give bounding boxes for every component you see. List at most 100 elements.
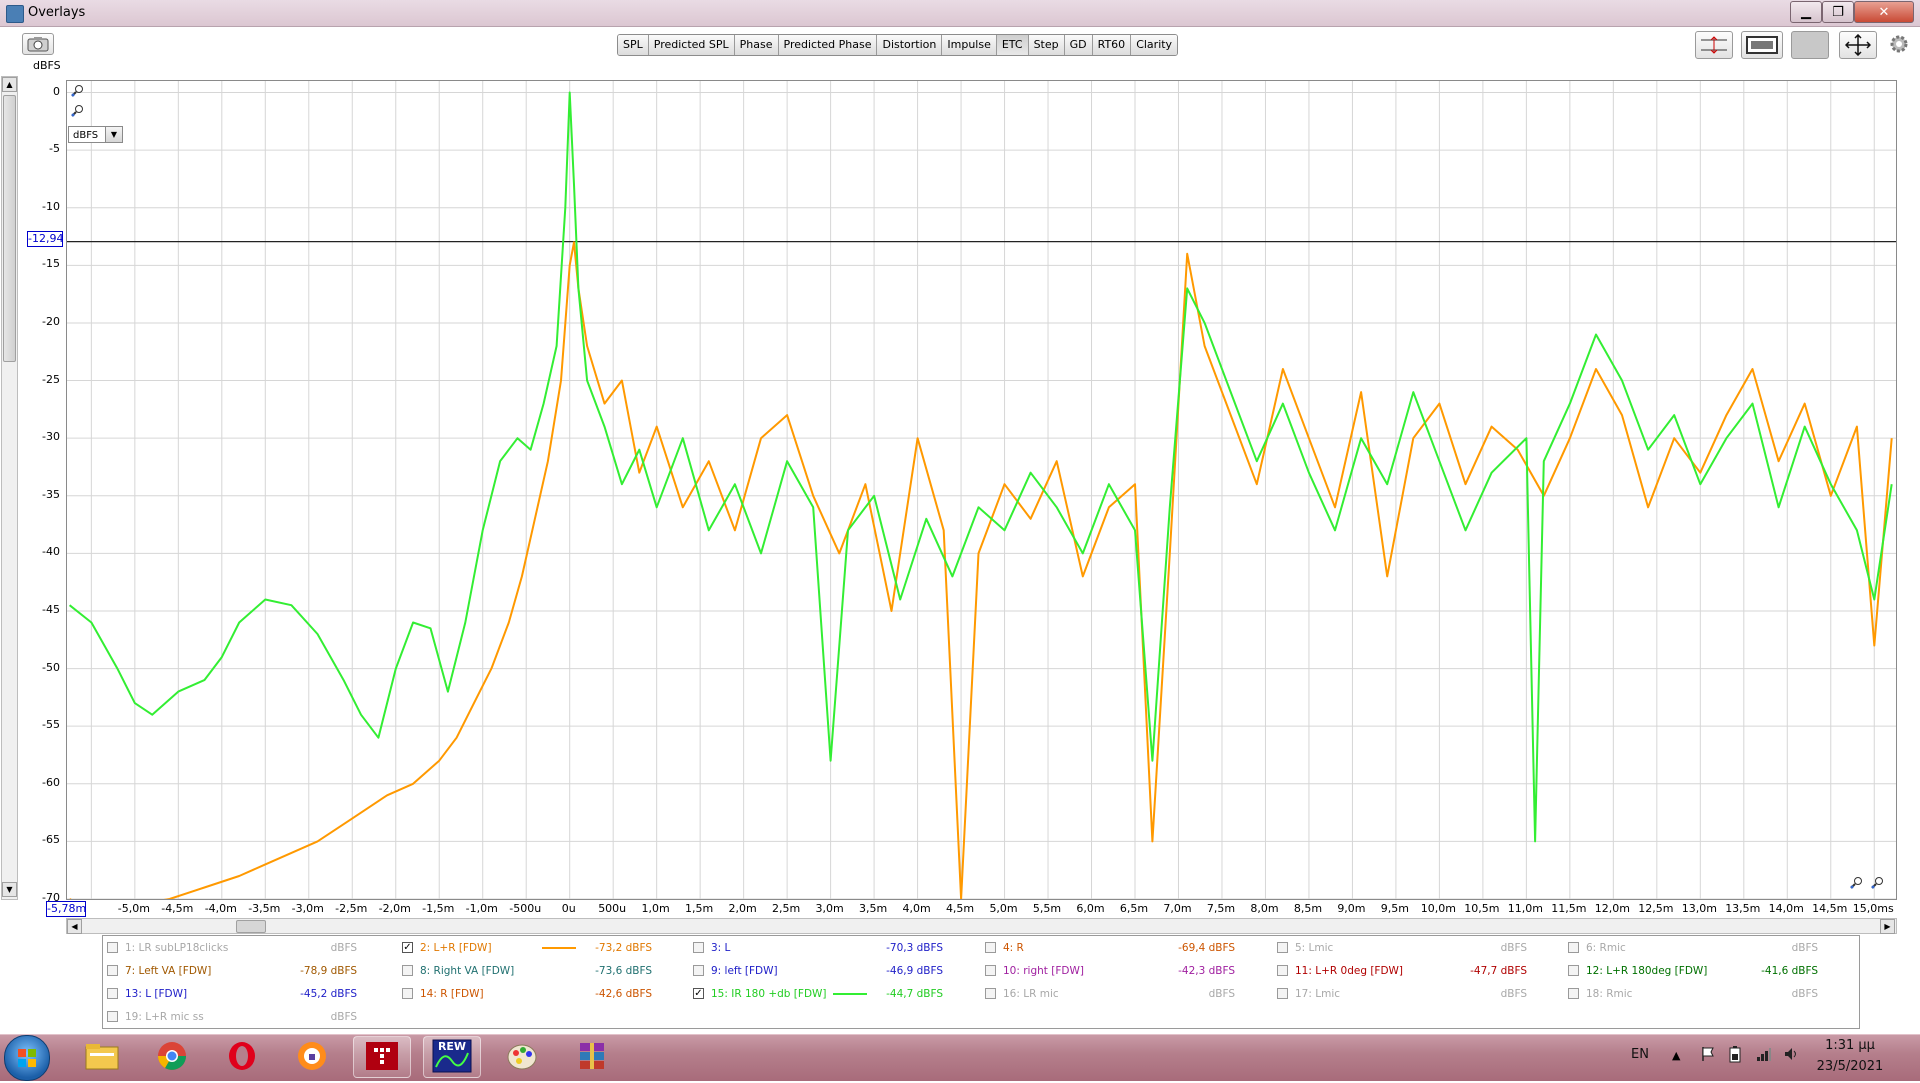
legend-checkbox[interactable] bbox=[1568, 965, 1579, 976]
clock-date[interactable]: 23/5/2021 bbox=[1810, 1059, 1890, 1074]
x-tick-label: 11,5m bbox=[1551, 902, 1587, 915]
tab-phase[interactable]: Phase bbox=[734, 35, 779, 55]
legend-value: -70,3 dBFS bbox=[886, 942, 943, 954]
y-tick-label: -15 bbox=[42, 257, 60, 271]
taskbar-paint-button[interactable] bbox=[493, 1036, 551, 1078]
clock-time[interactable]: 1:31 μμ bbox=[1810, 1038, 1890, 1053]
legend-label[interactable]: 5: Lmic bbox=[1295, 939, 1333, 957]
legend-checkbox[interactable] bbox=[107, 942, 118, 953]
legend-checkbox[interactable] bbox=[402, 988, 413, 999]
legend-checkbox[interactable] bbox=[1568, 988, 1579, 999]
legend-checkbox[interactable] bbox=[402, 965, 413, 976]
language-indicator[interactable]: EN bbox=[1631, 1047, 1649, 1062]
tray-expand-icon[interactable]: ▲ bbox=[1672, 1049, 1680, 1062]
legend-checkbox[interactable] bbox=[1568, 942, 1579, 953]
vertical-fit-icon[interactable] bbox=[1695, 31, 1733, 59]
speaker-icon[interactable] bbox=[1783, 1046, 1799, 1062]
tab-spl[interactable]: SPL bbox=[618, 35, 649, 55]
tab-gd[interactable]: GD bbox=[1064, 35, 1093, 55]
legend-checkbox[interactable] bbox=[107, 965, 118, 976]
signal-icon[interactable] bbox=[1756, 1046, 1772, 1062]
tab-etc[interactable]: ETC bbox=[996, 35, 1029, 55]
taskbar-chrome-button[interactable] bbox=[143, 1036, 201, 1078]
tab-clarity[interactable]: Clarity bbox=[1131, 35, 1178, 55]
legend-checkbox[interactable] bbox=[693, 942, 704, 953]
y-tick-label: -25 bbox=[42, 372, 60, 386]
zoom-in-x-icon[interactable] bbox=[1849, 876, 1863, 893]
legend-label[interactable]: 17: Lmic bbox=[1295, 985, 1340, 1003]
legend-label[interactable]: 4: R bbox=[1003, 939, 1024, 957]
horizontal-scrollbar[interactable] bbox=[66, 918, 1897, 934]
tab-impulse[interactable]: Impulse bbox=[942, 35, 997, 55]
camera-icon[interactable] bbox=[22, 33, 54, 55]
legend-checkbox[interactable] bbox=[985, 965, 996, 976]
legend-checkbox[interactable]: ✓ bbox=[402, 942, 413, 953]
tab-step[interactable]: Step bbox=[1028, 35, 1065, 55]
legend-label[interactable]: 12: L+R 180deg [FDW] bbox=[1586, 962, 1707, 980]
y-unit-select[interactable]: dBFS ▼ bbox=[68, 126, 123, 143]
graph-limits-icon[interactable] bbox=[1741, 31, 1783, 59]
tab-rt60[interactable]: RT60 bbox=[1092, 35, 1132, 55]
series-line-1 bbox=[69, 241, 1893, 899]
blank-view-icon[interactable] bbox=[1791, 31, 1829, 59]
legend-checkbox[interactable] bbox=[107, 1011, 118, 1022]
legend-label[interactable]: 18: Rmic bbox=[1586, 985, 1632, 1003]
start-button[interactable] bbox=[4, 1035, 50, 1081]
taskbar-winrar-button[interactable] bbox=[563, 1036, 621, 1078]
battery-icon[interactable] bbox=[1728, 1045, 1742, 1063]
zoom-out-y-icon[interactable] bbox=[70, 104, 84, 121]
flag-icon[interactable] bbox=[1700, 1046, 1716, 1062]
etc-plot[interactable] bbox=[66, 80, 1897, 900]
legend-label[interactable]: 3: L bbox=[711, 939, 730, 957]
taskbar-avast-browser-button[interactable] bbox=[283, 1036, 341, 1078]
scroll-down-icon[interactable]: ▼ bbox=[2, 882, 17, 897]
tab-predicted-spl[interactable]: Predicted SPL bbox=[648, 35, 735, 55]
horizontal-scroll-thumb[interactable] bbox=[236, 920, 266, 933]
close-button[interactable]: ✕ bbox=[1854, 1, 1914, 23]
legend-label[interactable]: 14: R [FDW] bbox=[420, 985, 484, 1003]
legend-label[interactable]: 2: L+R [FDW] bbox=[420, 939, 492, 957]
gear-icon[interactable] bbox=[1888, 33, 1910, 55]
zoom-in-y-icon[interactable] bbox=[70, 84, 84, 101]
tab-predicted-phase[interactable]: Predicted Phase bbox=[778, 35, 878, 55]
taskbar-opera-button[interactable] bbox=[213, 1036, 271, 1078]
cursor-y-readout[interactable]: -12,94 bbox=[27, 231, 63, 247]
legend-checkbox[interactable] bbox=[1277, 965, 1288, 976]
x-tick-label: 14,0m bbox=[1768, 902, 1804, 915]
legend-checkbox[interactable] bbox=[693, 965, 704, 976]
chevron-down-icon[interactable]: ▼ bbox=[105, 127, 122, 142]
legend-label[interactable]: 13: L [FDW] bbox=[125, 985, 187, 1003]
scroll-left-icon[interactable]: ◀ bbox=[67, 919, 82, 934]
legend-checkbox[interactable] bbox=[107, 988, 118, 999]
legend-checkbox[interactable] bbox=[1277, 942, 1288, 953]
maximize-button[interactable]: ❐ bbox=[1822, 1, 1854, 23]
pan-arrows-icon[interactable] bbox=[1839, 31, 1877, 59]
zoom-out-x-icon[interactable] bbox=[1870, 876, 1884, 893]
legend-label[interactable]: 8: Right VA [FDW] bbox=[420, 962, 514, 980]
scroll-up-icon[interactable]: ▲ bbox=[2, 77, 17, 92]
vertical-scroll-thumb[interactable] bbox=[3, 95, 16, 362]
taskbar-rew-button[interactable]: REW bbox=[423, 1036, 481, 1078]
legend-label[interactable]: 15: IR 180 +db [FDW] bbox=[711, 985, 827, 1003]
legend-label[interactable]: 10: right [FDW] bbox=[1003, 962, 1084, 980]
legend-label[interactable]: 9: left [FDW] bbox=[711, 962, 778, 980]
tab-distortion[interactable]: Distortion bbox=[877, 35, 943, 55]
legend-label[interactable]: 19: L+R mic ss bbox=[125, 1008, 204, 1026]
windows-logo-icon bbox=[18, 1049, 36, 1067]
legend-checkbox[interactable] bbox=[1277, 988, 1288, 999]
legend-checkbox[interactable]: ✓ bbox=[693, 988, 704, 999]
taskbar-explorer-button[interactable] bbox=[73, 1036, 131, 1078]
legend-label[interactable]: 6: Rmic bbox=[1586, 939, 1626, 957]
legend-checkbox[interactable] bbox=[985, 988, 996, 999]
legend-label[interactable]: 11: L+R 0deg [FDW] bbox=[1295, 962, 1403, 980]
legend-value: -46,9 dBFS bbox=[886, 965, 943, 977]
legend-label[interactable]: 1: LR subLP18clicks bbox=[125, 939, 228, 957]
legend-label[interactable]: 16: LR mic bbox=[1003, 985, 1059, 1003]
legend-item: ✓ 2: L+R [FDW] -73,2 dBFS bbox=[402, 939, 652, 957]
scroll-right-icon[interactable]: ▶ bbox=[1880, 919, 1895, 934]
taskbar-app-red-button[interactable] bbox=[353, 1036, 411, 1078]
minimize-button[interactable]: ▁ bbox=[1790, 1, 1822, 23]
cursor-x-readout[interactable]: -5,78m bbox=[46, 901, 86, 917]
legend-checkbox[interactable] bbox=[985, 942, 996, 953]
legend-label[interactable]: 7: Left VA [FDW] bbox=[125, 962, 211, 980]
